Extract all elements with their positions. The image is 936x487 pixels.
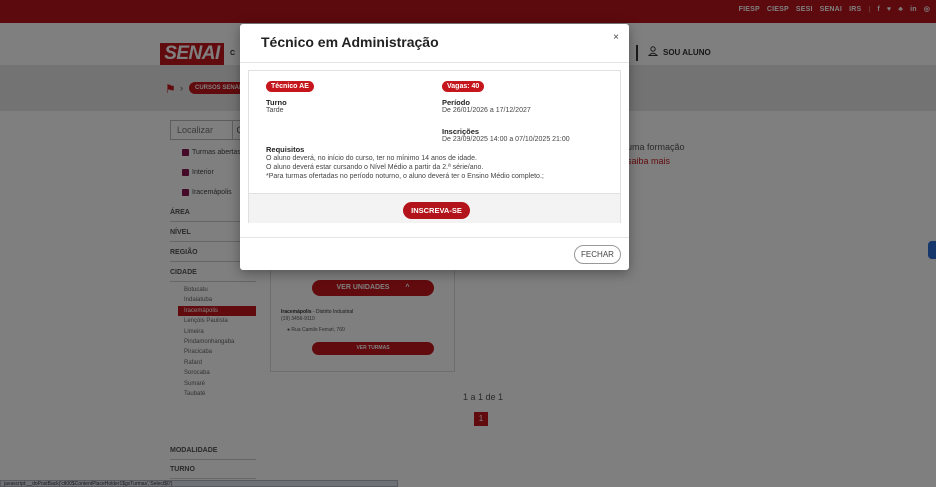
periodo-value: De 26/01/2026 a 17/12/2027 (442, 107, 531, 114)
vagas-badge: Vagas: 40 (442, 81, 485, 92)
requisito-line: O aluno deverá estar cursando o Nível Mé… (266, 164, 484, 171)
turno-value: Tarde (266, 107, 284, 114)
inscricoes-value: De 23/09/2025 14:00 a 07/10/2025 21:00 (442, 136, 570, 143)
course-code-badge: Técnico AE (266, 81, 314, 92)
course-details-modal: Técnico em Administração × Técnico AE Va… (240, 24, 629, 270)
divider (240, 237, 629, 238)
requisito-line: O aluno deverá, no início do curso, ter … (266, 155, 477, 162)
close-icon[interactable]: × (613, 32, 619, 43)
periodo-label: Período (442, 98, 470, 107)
divider (240, 62, 629, 63)
requisito-line: *Para turmas ofertadas no período noturn… (266, 173, 544, 180)
turno-label: Turno (266, 98, 287, 107)
subscribe-footer: INSCREVA-SE (249, 193, 620, 223)
inscreva-se-button[interactable]: INSCREVA-SE (403, 202, 470, 219)
class-details-panel: Técnico AE Vagas: 40 Turno Tarde Período… (248, 70, 621, 223)
modal-title: Técnico em Administração (261, 34, 439, 50)
requisitos-label: Requisitos (266, 145, 305, 154)
inscricoes-label: Inscrições (442, 127, 480, 136)
fechar-button[interactable]: FECHAR (574, 245, 621, 264)
